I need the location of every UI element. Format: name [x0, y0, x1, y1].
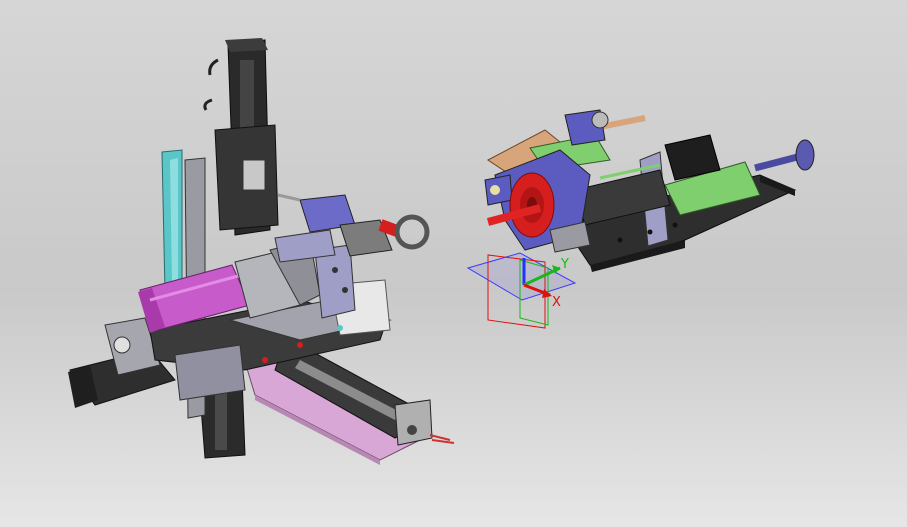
cad-scene[interactable]: X Y [0, 0, 907, 527]
ring-flange [394, 214, 430, 250]
coordinate-triad[interactable]: X Y [466, 252, 577, 329]
3d-viewport[interactable]: X Y [0, 0, 907, 527]
right-assembly[interactable] [484, 109, 815, 272]
rear-gear [795, 139, 815, 171]
y-axis-label: Y [560, 257, 569, 272]
end-plate [394, 399, 433, 446]
left-assembly[interactable] [68, 38, 455, 465]
x-axis-label: X [552, 295, 561, 310]
